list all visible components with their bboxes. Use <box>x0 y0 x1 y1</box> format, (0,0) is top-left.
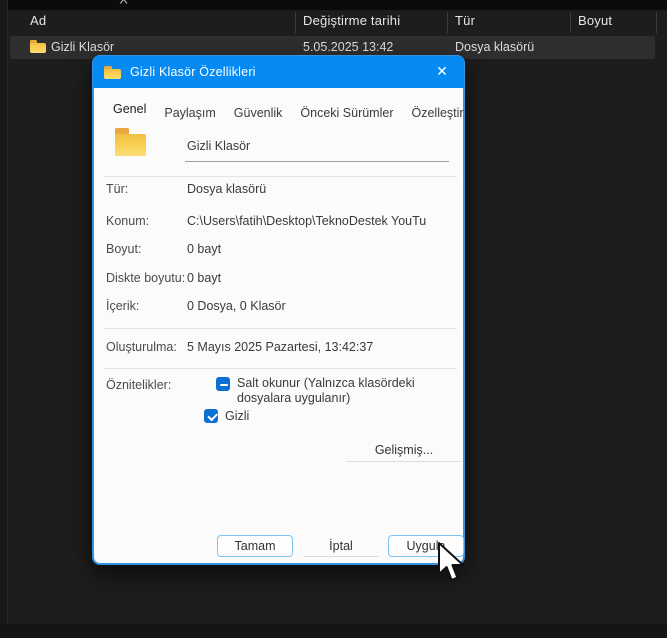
separator <box>104 368 457 369</box>
tab-paylasim[interactable]: Paylaşım <box>155 103 224 123</box>
explorer-left-gutter <box>0 0 8 638</box>
tab-genel[interactable]: Genel <box>104 99 155 119</box>
column-header-modified[interactable]: Değiştirme tarihi <box>303 13 400 28</box>
advanced-button[interactable]: Gelişmiş... <box>346 438 462 462</box>
file-type: Dosya klasörü <box>455 40 534 54</box>
folder-icon <box>104 66 121 79</box>
folder-icon <box>30 40 46 53</box>
cancel-button[interactable]: İptal <box>303 535 379 557</box>
field-value-size-on-disk: 0 bayt <box>187 271 221 285</box>
file-name: Gizli Klasör <box>51 40 114 54</box>
column-divider[interactable] <box>656 12 657 33</box>
field-value-created: 5 Mayıs 2025 Pazartesi, 13:42:37 <box>187 340 373 354</box>
readonly-checkbox-label[interactable]: Salt okunur (Yalnızca klasördeki dosyala… <box>237 376 462 406</box>
dialog-titlebar[interactable]: Gizli Klasör Özellikleri ✕ <box>93 56 464 88</box>
window-bottom-strip <box>0 624 667 638</box>
separator <box>104 328 457 329</box>
dialog-title: Gizli Klasör Özellikleri <box>130 65 256 79</box>
field-label-size: Boyut: <box>106 242 141 256</box>
field-label-contents: İçerik: <box>106 299 139 313</box>
ok-button[interactable]: Tamam <box>217 535 293 557</box>
field-label-location: Konum: <box>106 214 149 228</box>
folder-name-input[interactable] <box>187 139 449 153</box>
column-header-name[interactable]: Ad <box>30 13 46 28</box>
hidden-checkbox[interactable] <box>204 409 218 423</box>
folder-large-icon <box>115 128 146 156</box>
screen: ^ Ad Değiştirme tarihi Tür Boyut Gizli K… <box>0 0 667 638</box>
close-icon[interactable]: ✕ <box>422 56 462 87</box>
field-label-attributes: Öznitelikler: <box>106 378 171 392</box>
apply-button[interactable]: Uygula <box>388 535 464 557</box>
properties-dialog: Gizli Klasör Özellikleri ✕ Genel Paylaşı… <box>92 55 465 565</box>
readonly-checkbox[interactable] <box>216 377 230 391</box>
field-label-type: Tür: <box>106 182 128 196</box>
tab-ozellestir[interactable]: Özelleştir <box>403 103 473 123</box>
field-value-location: C:\Users\fatih\Desktop\TeknoDestek YouTu <box>187 214 426 228</box>
input-underline <box>185 161 449 162</box>
column-divider[interactable] <box>447 12 448 33</box>
column-divider[interactable] <box>295 12 296 33</box>
field-value-size: 0 bayt <box>187 242 221 256</box>
separator <box>104 176 457 177</box>
sort-ascending-icon: ^ <box>119 0 127 10</box>
tab-guvenlik[interactable]: Güvenlik <box>225 103 292 123</box>
field-label-size-on-disk: Diskte boyutu: <box>106 271 185 285</box>
column-header-type[interactable]: Tür <box>455 13 475 28</box>
field-value-contents: 0 Dosya, 0 Klasör <box>187 299 286 313</box>
field-value-type: Dosya klasörü <box>187 182 266 196</box>
file-modified-date: 5.05.2025 13:42 <box>303 40 393 54</box>
dialog-tabs: Genel Paylaşım Güvenlik Önceki Sürümler … <box>104 97 473 123</box>
tab-onceki-surumler[interactable]: Önceki Sürümler <box>291 103 402 123</box>
field-label-created: Oluşturulma: <box>106 340 177 354</box>
column-header-size[interactable]: Boyut <box>578 13 612 28</box>
window-top-strip <box>0 0 667 10</box>
hidden-checkbox-label[interactable]: Gizli <box>225 409 249 424</box>
column-divider[interactable] <box>570 12 571 33</box>
